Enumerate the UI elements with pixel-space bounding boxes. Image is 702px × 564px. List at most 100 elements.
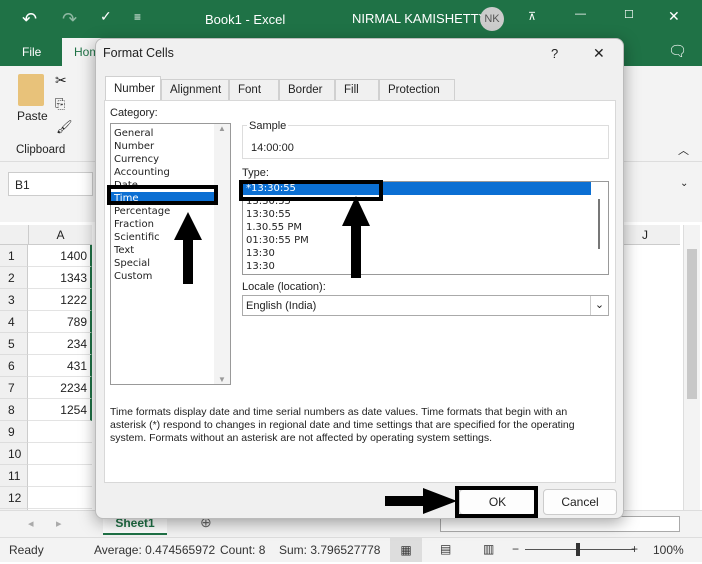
paste-label[interactable]: Paste — [17, 109, 48, 123]
column-header[interactable]: A — [28, 225, 92, 245]
tab-font[interactable]: Font — [229, 79, 279, 100]
type-item[interactable]: 13:30:55 — [243, 208, 591, 221]
locale-value: English (India) — [246, 300, 317, 312]
redo-icon[interactable]: ↷ — [62, 9, 77, 30]
dialog-title: Format Cells — [103, 46, 174, 60]
window-title: Book1 - Excel — [205, 12, 286, 27]
customize-qat-icon[interactable]: ≡ — [134, 10, 141, 24]
cell[interactable]: 789 — [28, 311, 92, 333]
close-icon[interactable]: ✕ — [668, 8, 680, 25]
zoom-slider[interactable] — [525, 549, 635, 550]
category-item[interactable]: Number — [111, 140, 215, 153]
expand-formula-icon[interactable]: ⌄ — [680, 178, 688, 189]
type-item[interactable]: 1.30.55 PM — [243, 221, 591, 234]
normal-view-icon[interactable]: ▦ — [390, 538, 422, 562]
zoom-level[interactable]: 100% — [653, 543, 684, 557]
row-header[interactable]: 9 — [0, 421, 28, 443]
cell[interactable]: 1343 — [28, 267, 92, 289]
type-item[interactable]: 01:30:55 PM — [243, 234, 591, 247]
status-bar: Ready Average: 0.474565972 Count: 8 Sum:… — [0, 537, 702, 562]
cell[interactable]: 1254 — [28, 399, 92, 421]
cell[interactable]: 1400 — [28, 245, 92, 267]
zoom-out-icon[interactable]: − — [512, 542, 519, 556]
type-item[interactable]: 13:30 — [243, 247, 591, 260]
number-tab-panel: Category: General Number Currency Accountin… — [104, 100, 616, 483]
cell[interactable]: 431 — [28, 355, 92, 377]
row-header[interactable]: 6 — [0, 355, 28, 377]
maximize-icon[interactable]: ☐ — [624, 8, 634, 21]
cell[interactable] — [28, 465, 92, 487]
category-label: Category: — [110, 107, 158, 119]
cell[interactable]: 234 — [28, 333, 92, 355]
row-header[interactable]: 4 — [0, 311, 28, 333]
right-arrow-icon — [385, 488, 457, 514]
type-description: Time formats display date and time seria… — [110, 406, 575, 444]
category-scrollbar[interactable]: ▲ ▼ — [214, 124, 230, 384]
zoom-in-icon[interactable]: + — [631, 542, 638, 556]
undo-icon[interactable]: ↶ — [22, 9, 37, 30]
comments-icon[interactable]: 🗨 — [668, 42, 687, 60]
page-layout-icon[interactable]: ▤ — [440, 542, 451, 556]
tab-protection[interactable]: Protection — [379, 79, 455, 100]
up-arrow-icon — [174, 212, 202, 284]
status-ready: Ready — [9, 543, 44, 557]
status-average: Average: 0.474565972 — [94, 543, 216, 557]
row-header[interactable]: 1 — [0, 245, 28, 267]
page-break-icon[interactable]: ▥ — [483, 542, 494, 556]
dialog-close-button[interactable]: ✕ — [593, 45, 605, 62]
collapse-ribbon-icon[interactable]: ︿ — [678, 142, 689, 158]
tab-file[interactable]: File — [22, 45, 41, 59]
category-list[interactable]: General Number Currency Accounting Date Time P… — [110, 123, 231, 385]
row-header[interactable]: 7 — [0, 377, 28, 399]
row-header[interactable]: 8 — [0, 399, 28, 421]
tab-border[interactable]: Border — [279, 79, 335, 100]
locale-select[interactable]: English (India) ⌄ — [242, 295, 609, 316]
copy-icon[interactable]: ⎘ — [55, 96, 65, 112]
row-header[interactable]: 3 — [0, 289, 28, 311]
type-label: Type: — [242, 167, 269, 179]
row-header[interactable]: 2 — [0, 267, 28, 289]
scroll-left-icon[interactable]: ◂ — [28, 517, 34, 530]
type-item[interactable]: 13:30 — [243, 260, 591, 273]
status-count: Count: 8 — [220, 543, 266, 557]
cut-icon[interactable]: ✂ — [55, 72, 67, 89]
ribbon-display-icon[interactable]: ⊼ — [528, 10, 536, 23]
cell[interactable] — [28, 421, 92, 443]
time-highlight-box — [107, 185, 218, 205]
tab-fill[interactable]: Fill — [335, 79, 379, 100]
chevron-down-icon[interactable]: ⌄ — [590, 296, 608, 315]
type-scrollbar[interactable] — [598, 199, 600, 249]
paste-icon[interactable] — [18, 74, 44, 106]
select-all[interactable] — [0, 225, 28, 245]
avatar[interactable]: NK — [480, 7, 504, 31]
category-item[interactable]: Currency — [111, 153, 215, 166]
cell[interactable]: 2234 — [28, 377, 92, 399]
user-name: NIRMAL KAMISHETTY — [352, 11, 488, 26]
ok-highlight-box — [455, 486, 538, 518]
row-header[interactable]: 10 — [0, 443, 28, 465]
name-box[interactable]: B1 — [8, 172, 93, 196]
tab-alignment[interactable]: Alignment — [161, 79, 229, 100]
cell[interactable] — [28, 487, 92, 509]
zoom-slider-thumb[interactable] — [576, 543, 580, 556]
row-header[interactable]: 11 — [0, 465, 28, 487]
sample-label: Sample — [247, 120, 289, 132]
format-painter-icon[interactable]: 🖌 — [56, 119, 73, 135]
cell[interactable]: 1222 — [28, 289, 92, 311]
row-header[interactable]: 5 — [0, 333, 28, 355]
spelling-icon[interactable]: ✓ — [100, 8, 112, 25]
minimize-icon[interactable]: — — [575, 8, 586, 20]
clipboard-group-label: Clipboard — [16, 144, 66, 156]
locale-label: Locale (location): — [242, 281, 326, 293]
scroll-right-icon[interactable]: ▸ — [56, 517, 62, 530]
up-arrow-icon — [342, 196, 370, 278]
vertical-scrollbar[interactable] — [683, 225, 700, 510]
row-header[interactable]: 12 — [0, 487, 28, 509]
title-bar: ↶ ↷ ✓ ≡ Book1 - Excel NIRMAL KAMISHETTY … — [0, 0, 702, 38]
tab-number[interactable]: Number — [105, 76, 161, 101]
help-button[interactable]: ? — [551, 46, 558, 61]
category-item[interactable]: General — [111, 127, 215, 140]
cell[interactable] — [28, 443, 92, 465]
cancel-button[interactable]: Cancel — [543, 489, 617, 515]
category-item[interactable]: Accounting — [111, 166, 215, 179]
